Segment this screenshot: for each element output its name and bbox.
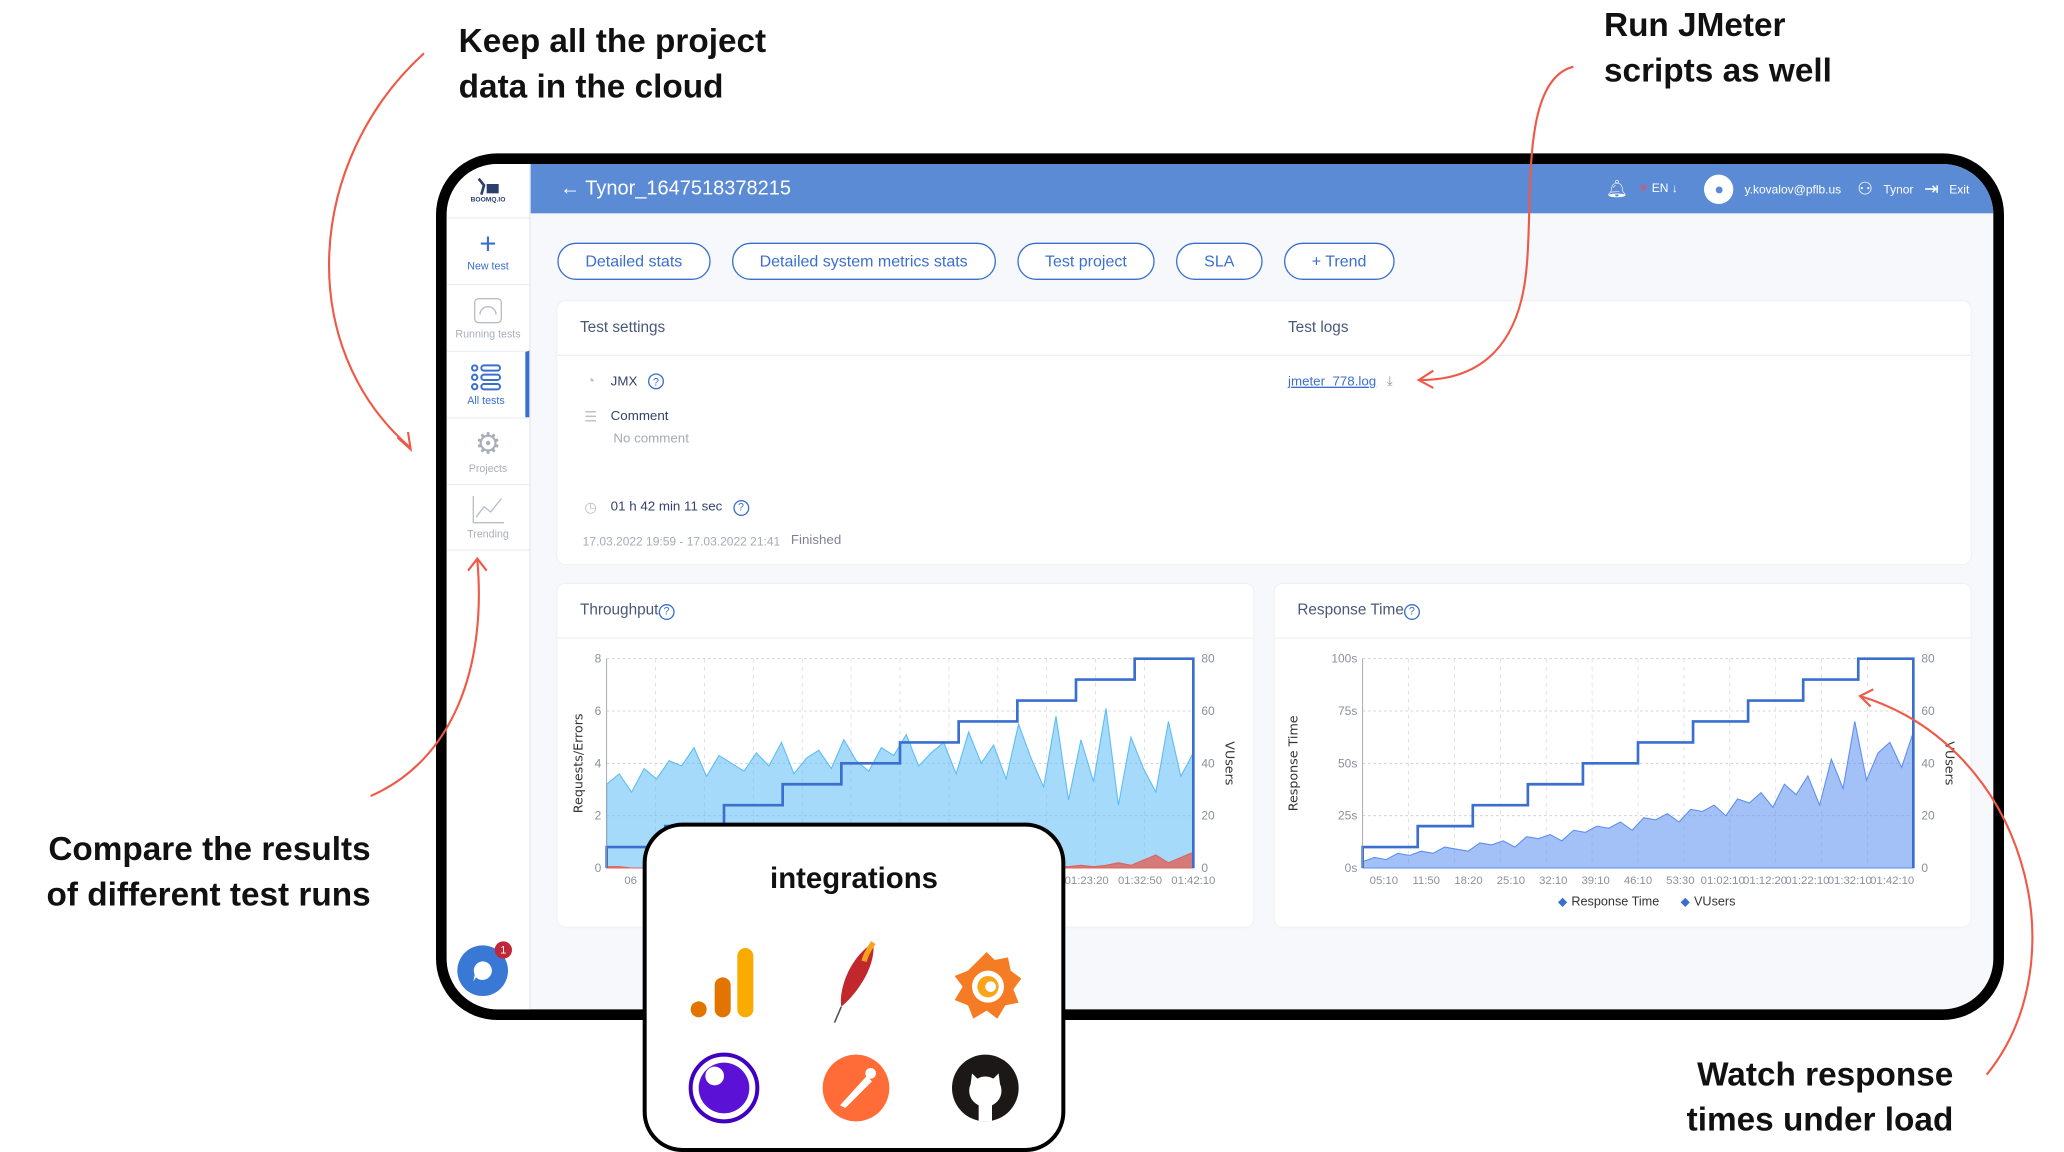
arrow-compare (370, 559, 480, 797)
insomnia-icon[interactable] (687, 1047, 762, 1130)
arrow-watch (1859, 694, 2034, 1076)
arrow-cloud (327, 52, 425, 449)
grafana-icon[interactable] (949, 947, 1024, 1030)
apache-feather-icon[interactable] (820, 940, 895, 1023)
postman-icon[interactable] (819, 1047, 894, 1130)
integrations-title: integrations (770, 861, 938, 895)
github-icon[interactable] (948, 1047, 1023, 1130)
integrations-panel: integrations (642, 822, 1066, 1152)
arrow-jmeter (1419, 65, 1574, 382)
google-analytics-icon[interactable] (687, 940, 762, 1023)
